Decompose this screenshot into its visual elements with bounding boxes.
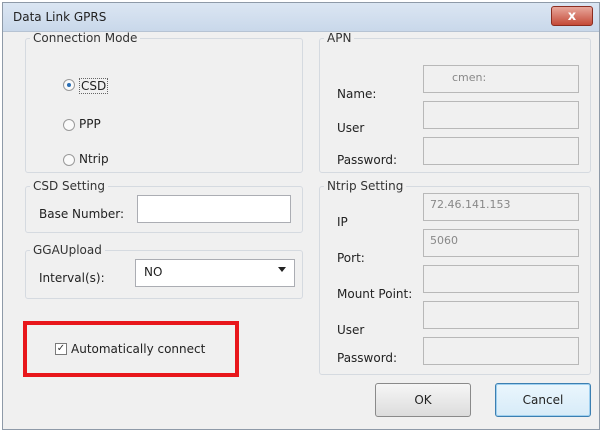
base-number-label: Base Number:: [39, 207, 125, 221]
ntrip-mount-point-field[interactable]: [423, 265, 579, 293]
ntrip-setting-legend: Ntrip Setting: [327, 179, 404, 193]
interval-select[interactable]: NO: [135, 259, 295, 287]
apn-password-label: Password:: [337, 153, 398, 167]
ok-button[interactable]: OK: [375, 383, 471, 417]
apn-user-label: User: [337, 121, 365, 135]
auto-connect-checkbox[interactable]: ✓: [55, 343, 67, 355]
ntrip-port-value: 5060: [430, 234, 458, 247]
ntrip-user-label: User: [337, 323, 365, 337]
close-icon: x: [567, 9, 577, 24]
base-number-field[interactable]: [137, 195, 291, 223]
ntrip-port-field[interactable]: 5060: [423, 229, 579, 257]
radio-ppp-label[interactable]: PPP: [79, 117, 101, 131]
apn-legend: APN: [327, 31, 352, 45]
ntrip-ip-field[interactable]: 72.46.141.153: [423, 193, 579, 221]
ntrip-password-field[interactable]: [423, 337, 579, 365]
ntrip-password-label: Password:: [337, 351, 398, 365]
window-title: Data Link GPRS: [13, 10, 107, 24]
chevron-down-icon: [278, 267, 286, 272]
radio-ppp[interactable]: [63, 119, 75, 131]
ntrip-ip-value: 72.46.141.153: [430, 198, 511, 211]
ntrip-user-field[interactable]: [423, 301, 579, 329]
ntrip-mount-point-label: Mount Point:: [337, 287, 413, 301]
interval-select-value: NO: [144, 265, 163, 279]
close-button[interactable]: x: [551, 6, 593, 26]
data-link-dialog: Data Link GPRS x Connection Mode CSD PPP…: [2, 2, 600, 430]
title-bar: Data Link GPRS x: [3, 3, 599, 32]
radio-ntrip-label[interactable]: Ntrip: [79, 152, 109, 166]
cancel-button[interactable]: Cancel: [495, 383, 591, 417]
gga-upload-legend: GGAUpload: [33, 243, 102, 257]
interval-label: Interval(s):: [39, 271, 105, 285]
csd-setting-legend: CSD Setting: [33, 179, 106, 193]
auto-connect-label[interactable]: Automatically connect: [71, 342, 205, 356]
ntrip-port-label: Port:: [337, 251, 365, 265]
apn-name-label: Name:: [337, 87, 377, 101]
apn-password-field[interactable]: [423, 137, 579, 165]
connection-mode-group: Connection Mode: [25, 31, 303, 173]
apn-user-field[interactable]: [423, 101, 579, 129]
radio-csd[interactable]: [63, 79, 75, 91]
apn-name-value: cmen:: [452, 71, 487, 84]
apn-name-field[interactable]: cmen:: [423, 65, 579, 93]
ntrip-ip-label: IP: [337, 215, 348, 229]
radio-ntrip[interactable]: [63, 154, 75, 166]
radio-csd-label[interactable]: CSD: [79, 78, 109, 94]
connection-mode-legend: Connection Mode: [33, 31, 138, 45]
